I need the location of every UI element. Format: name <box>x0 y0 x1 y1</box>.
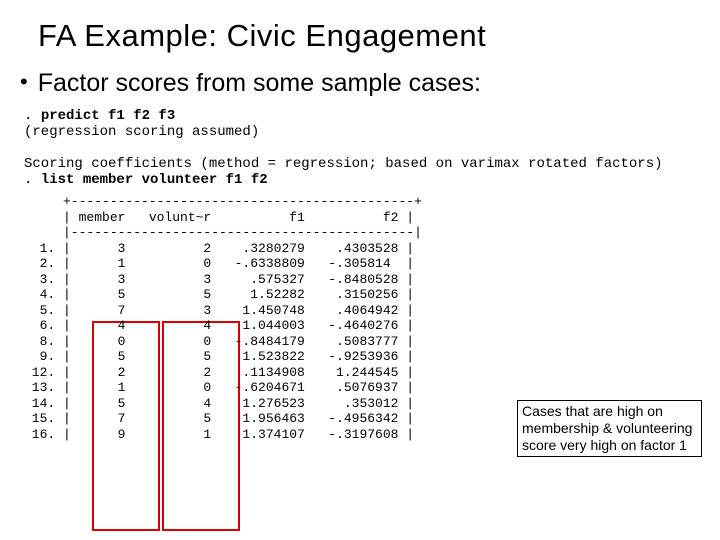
table-row: 3. | 3 3 .575327 -.8480528 | <box>24 272 414 287</box>
bullet-icon: • <box>20 68 28 96</box>
table-row: 13. | 1 0 -.6204671 .5076937 | <box>24 380 414 395</box>
slide-title: FA Example: Civic Engagement <box>38 18 702 54</box>
table-row: 16. | 9 1 1.374107 -.3197608 | <box>24 427 414 442</box>
code-line: . <box>24 108 41 124</box>
table-row: 9. | 5 5 1.523822 -.9253936 | <box>24 349 414 364</box>
table-row: 4. | 5 5 1.52282 .3150256 | <box>24 287 414 302</box>
code-block: . predict f1 f2 f3 (regression scoring a… <box>24 108 702 188</box>
table-row: 15. | 7 5 1.956463 -.4956342 | <box>24 411 414 426</box>
table-row: 5. | 7 3 1.450748 .4064942 | <box>24 303 414 318</box>
table-border: |---------------------------------------… <box>24 225 422 240</box>
code-command: list member volunteer f1 f2 <box>41 172 268 188</box>
code-command: predict f1 f2 f3 <box>41 108 175 124</box>
table-border: +---------------------------------------… <box>24 194 422 209</box>
table-row: 1. | 3 2 .3280279 .4303528 | <box>24 241 414 256</box>
bullet-item: • Factor scores from some sample cases: <box>20 68 702 98</box>
table-row: 2. | 1 0 -.6338809 -.305814 | <box>24 256 414 271</box>
table-row: 8. | 0 0 -.8484179 .5083777 | <box>24 334 414 349</box>
table-header: | member volunt~r f1 f2 | <box>24 210 414 225</box>
table-row: 6. | 4 4 1.044003 -.4640276 | <box>24 318 414 333</box>
bullet-text: Factor scores from some sample cases: <box>38 68 481 98</box>
table-row: 14. | 5 4 1.276523 .353012 | <box>24 396 414 411</box>
code-line: Scoring coefficients (method = regressio… <box>24 156 663 172</box>
code-line: (regression scoring assumed) <box>24 124 259 140</box>
table-row: 12. | 2 2 .1134908 1.244545 | <box>24 365 414 380</box>
code-line: . <box>24 172 41 188</box>
annotation-box: Cases that are high on membership & volu… <box>517 400 702 457</box>
